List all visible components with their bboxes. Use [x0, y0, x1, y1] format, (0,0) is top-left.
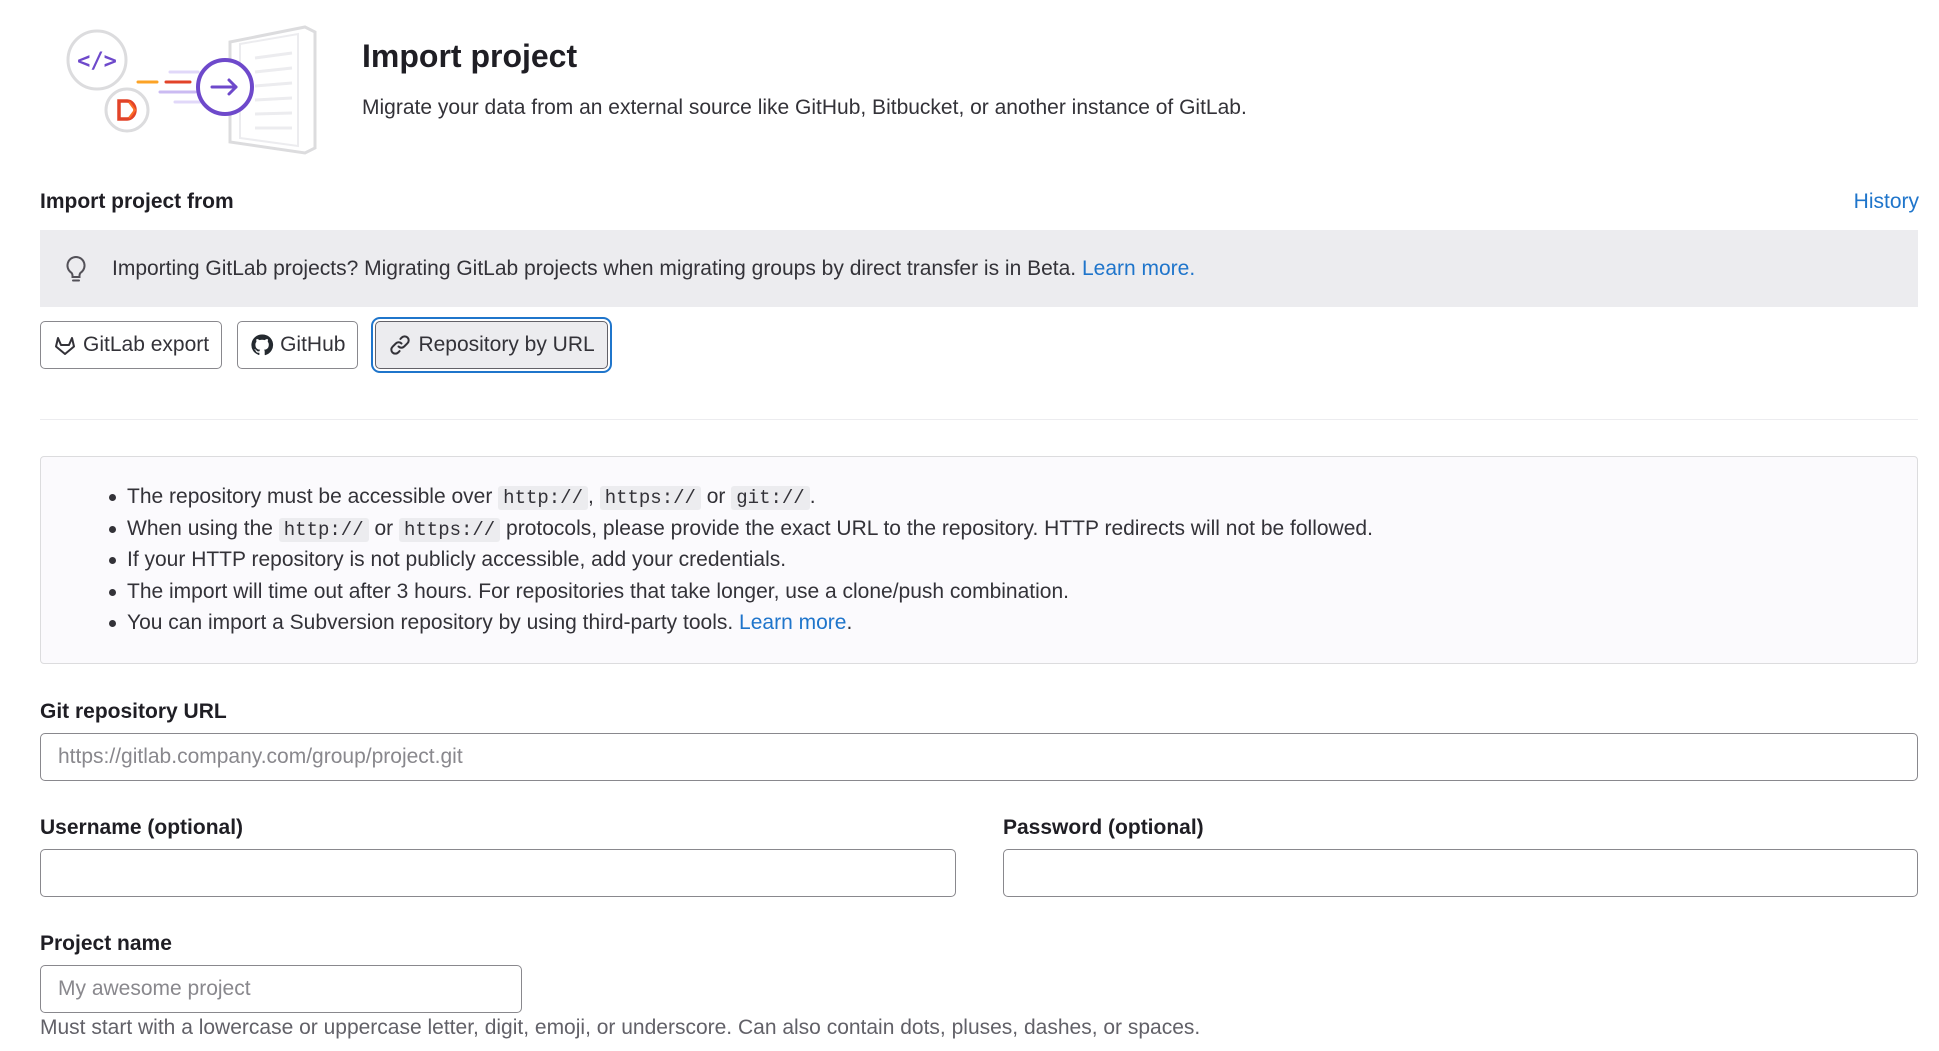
import-source-buttons: GitLab export GitHub Repository by URL: [40, 321, 608, 369]
git-url-label: Git repository URL: [40, 700, 227, 723]
gitlab-export-button[interactable]: GitLab export: [40, 321, 223, 369]
beta-alert-message: Importing GitLab projects? Migrating Git…: [112, 256, 1077, 280]
info-item-credentials: If your HTTP repository is not publicly …: [109, 544, 1917, 576]
github-icon: [251, 334, 274, 356]
code-https: https://: [398, 517, 501, 542]
info-item-subversion: You can import a Subversion repository b…: [109, 607, 1917, 639]
info-item-protocols: The repository must be accessible over h…: [109, 481, 1917, 513]
history-link[interactable]: History: [1854, 190, 1919, 214]
password-input[interactable]: [1003, 849, 1918, 897]
page-title: Import project: [362, 38, 578, 74]
info-item-timeout: The import will time out after 3 hours. …: [109, 576, 1917, 608]
password-label: Password (optional): [1003, 816, 1204, 839]
import-project-page: </> Import project Migrate your data fro…: [0, 0, 1939, 1051]
lightbulb-icon: [66, 255, 86, 281]
project-name-label: Project name: [40, 932, 172, 955]
info-list: The repository must be accessible over h…: [41, 457, 1917, 639]
project-name-help: Must start with a lowercase or uppercase…: [40, 1016, 1201, 1039]
github-button[interactable]: GitHub: [237, 321, 359, 369]
repository-by-url-label: Repository by URL: [418, 333, 595, 356]
gitlab-export-label: GitLab export: [83, 333, 210, 356]
code-http: http://: [498, 486, 588, 510]
svg-text:</>: </>: [77, 49, 117, 74]
beta-learn-more-link[interactable]: Learn more.: [1082, 257, 1195, 280]
import-illustration: </>: [66, 25, 317, 155]
git-url-input[interactable]: [40, 733, 1918, 781]
code-http: http://: [278, 517, 369, 542]
beta-alert: Importing GitLab projects? Migrating Git…: [40, 230, 1918, 307]
info-item-exact-url: When using the http:// or https:// proto…: [109, 513, 1917, 545]
page-subtitle: Migrate your data from an external sourc…: [362, 96, 1247, 119]
username-label: Username (optional): [40, 816, 244, 839]
project-name-input[interactable]: [40, 965, 522, 1013]
code-git: git://: [731, 486, 810, 510]
username-input[interactable]: [40, 849, 956, 897]
section-divider: [40, 419, 1918, 420]
subversion-learn-more-link[interactable]: Learn more: [739, 611, 846, 634]
import-from-label: Import project from: [40, 190, 234, 213]
github-label: GitHub: [280, 333, 346, 356]
code-https: https://: [599, 486, 701, 510]
link-icon: [390, 335, 411, 355]
beta-alert-text: Importing GitLab projects? Migrating Git…: [112, 257, 1195, 281]
tanuki-icon: [55, 337, 75, 355]
repository-info-panel: The repository must be accessible over h…: [40, 456, 1918, 664]
repository-by-url-button[interactable]: Repository by URL: [375, 321, 608, 369]
